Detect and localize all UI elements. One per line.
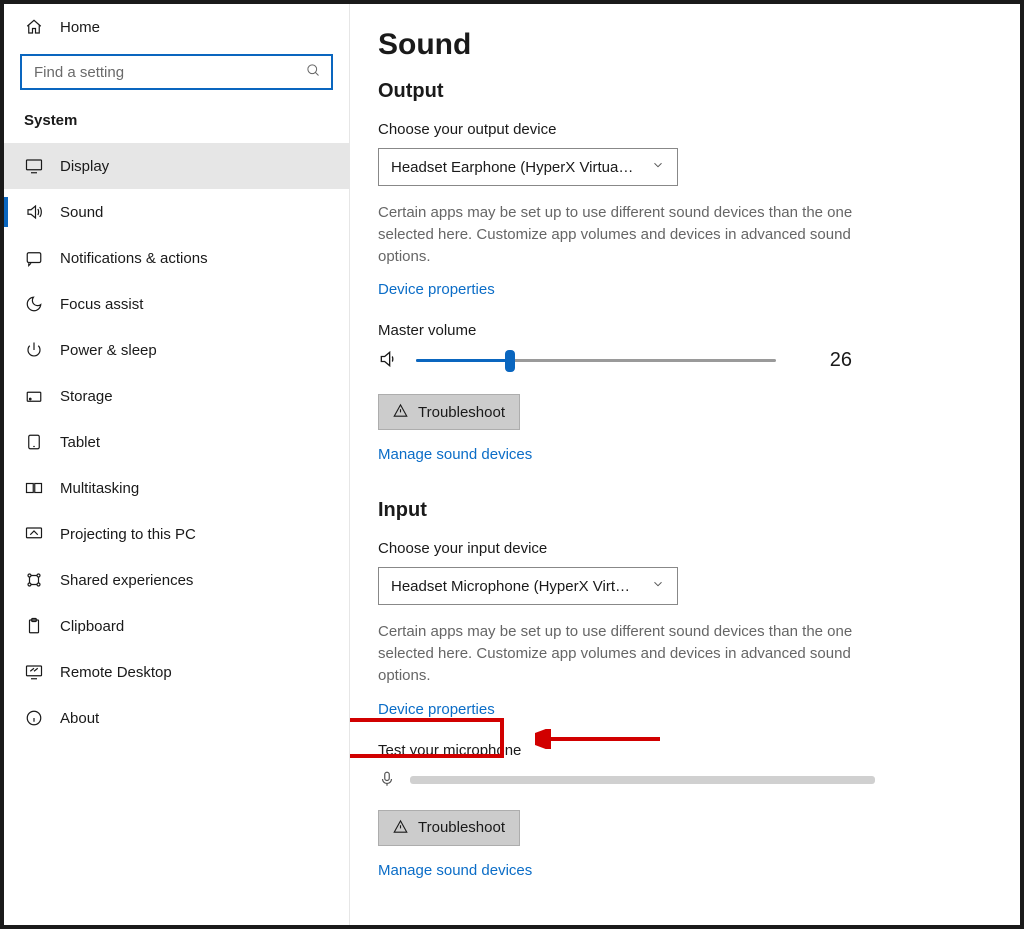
troubleshoot-label: Troubleshoot [418,819,505,836]
output-device-properties-link[interactable]: Device properties [378,281,495,298]
output-device-value: Headset Earphone (HyperX Virtua… [391,159,633,176]
sidebar-item-label: Projecting to this PC [60,526,196,543]
sidebar-item-power-sleep[interactable]: Power & sleep [4,327,349,373]
output-hint: Certain apps may be set up to use differ… [378,202,868,267]
microphone-icon [378,769,396,792]
chevron-down-icon [651,577,665,595]
display-icon [24,157,44,175]
warning-icon [393,819,408,837]
output-troubleshoot-button[interactable]: Troubleshoot [378,394,520,430]
output-device-select[interactable]: Headset Earphone (HyperX Virtua… [378,148,678,186]
sidebar-item-sound[interactable]: Sound [4,189,349,235]
sidebar-item-focus-assist[interactable]: Focus assist [4,281,349,327]
input-heading: Input [378,499,992,522]
sidebar-item-label: Storage [60,388,113,405]
sidebar-item-multitasking[interactable]: Multitasking [4,465,349,511]
speaker-icon[interactable] [378,349,398,372]
sound-icon [24,203,44,221]
input-choose-label: Choose your input device [378,540,992,557]
power-icon [24,341,44,359]
sidebar-item-label: Clipboard [60,618,124,635]
sidebar-item-label: Remote Desktop [60,664,172,681]
master-volume-slider[interactable] [416,351,776,371]
sidebar-item-label: Focus assist [60,296,143,313]
input-hint: Certain apps may be set up to use differ… [378,621,868,686]
output-section: Output Choose your output device Headset… [378,80,992,463]
storage-icon [24,387,44,405]
sidebar-item-label: Power & sleep [60,342,157,359]
tablet-icon [24,433,44,451]
main-content: Sound Output Choose your output device H… [350,4,1020,925]
input-troubleshoot-button[interactable]: Troubleshoot [378,810,520,846]
sidebar-item-projecting[interactable]: Projecting to this PC [4,511,349,557]
sidebar-item-about[interactable]: About [4,695,349,741]
sidebar-item-shared-experiences[interactable]: Shared experiences [4,557,349,603]
output-manage-devices-link[interactable]: Manage sound devices [378,446,532,463]
master-volume-label: Master volume [378,322,992,339]
projecting-icon [24,525,44,543]
input-device-properties-link[interactable]: Device properties [378,701,495,718]
sidebar: Home System Display Sound [4,4,350,925]
output-heading: Output [378,80,992,103]
test-mic-label: Test your microphone [378,742,992,759]
master-volume-row: 26 [378,349,992,372]
sidebar-item-label: Sound [60,204,103,221]
notifications-icon [24,249,44,267]
multitasking-icon [24,479,44,497]
search-icon [306,63,321,81]
sidebar-item-notifications[interactable]: Notifications & actions [4,235,349,281]
search-input[interactable] [20,54,333,90]
sidebar-item-clipboard[interactable]: Clipboard [4,603,349,649]
sidebar-item-label: About [60,710,99,727]
sidebar-item-label: Multitasking [60,480,139,497]
clipboard-icon [24,617,44,635]
sidebar-item-label: Shared experiences [60,572,193,589]
focus-assist-icon [24,295,44,313]
input-device-select[interactable]: Headset Microphone (HyperX Virt… [378,567,678,605]
sidebar-item-label: Notifications & actions [60,250,208,267]
sidebar-nav: Display Sound Notifications & actions Fo… [4,143,349,741]
sidebar-item-label: Display [60,158,109,175]
chevron-down-icon [651,158,665,176]
sidebar-item-remote-desktop[interactable]: Remote Desktop [4,649,349,695]
home-icon [24,18,44,36]
home-label: Home [60,19,100,36]
sidebar-section-title: System [4,108,349,143]
about-icon [24,709,44,727]
search-input-field[interactable] [32,63,306,82]
sidebar-item-storage[interactable]: Storage [4,373,349,419]
mic-test-row [378,769,992,792]
master-volume-value: 26 [830,349,992,372]
output-choose-label: Choose your output device [378,121,992,138]
sidebar-item-label: Tablet [60,434,100,451]
input-device-value: Headset Microphone (HyperX Virt… [391,578,630,595]
page-title: Sound [378,28,992,62]
warning-icon [393,403,408,421]
input-manage-devices-link[interactable]: Manage sound devices [378,862,532,879]
shared-experiences-icon [24,571,44,589]
sidebar-item-tablet[interactable]: Tablet [4,419,349,465]
troubleshoot-label: Troubleshoot [418,404,505,421]
mic-level-bar [410,776,875,784]
remote-desktop-icon [24,663,44,681]
input-section: Input Choose your input device Headset M… [378,499,992,878]
sidebar-item-display[interactable]: Display [4,143,349,189]
home-link[interactable]: Home [4,4,349,44]
